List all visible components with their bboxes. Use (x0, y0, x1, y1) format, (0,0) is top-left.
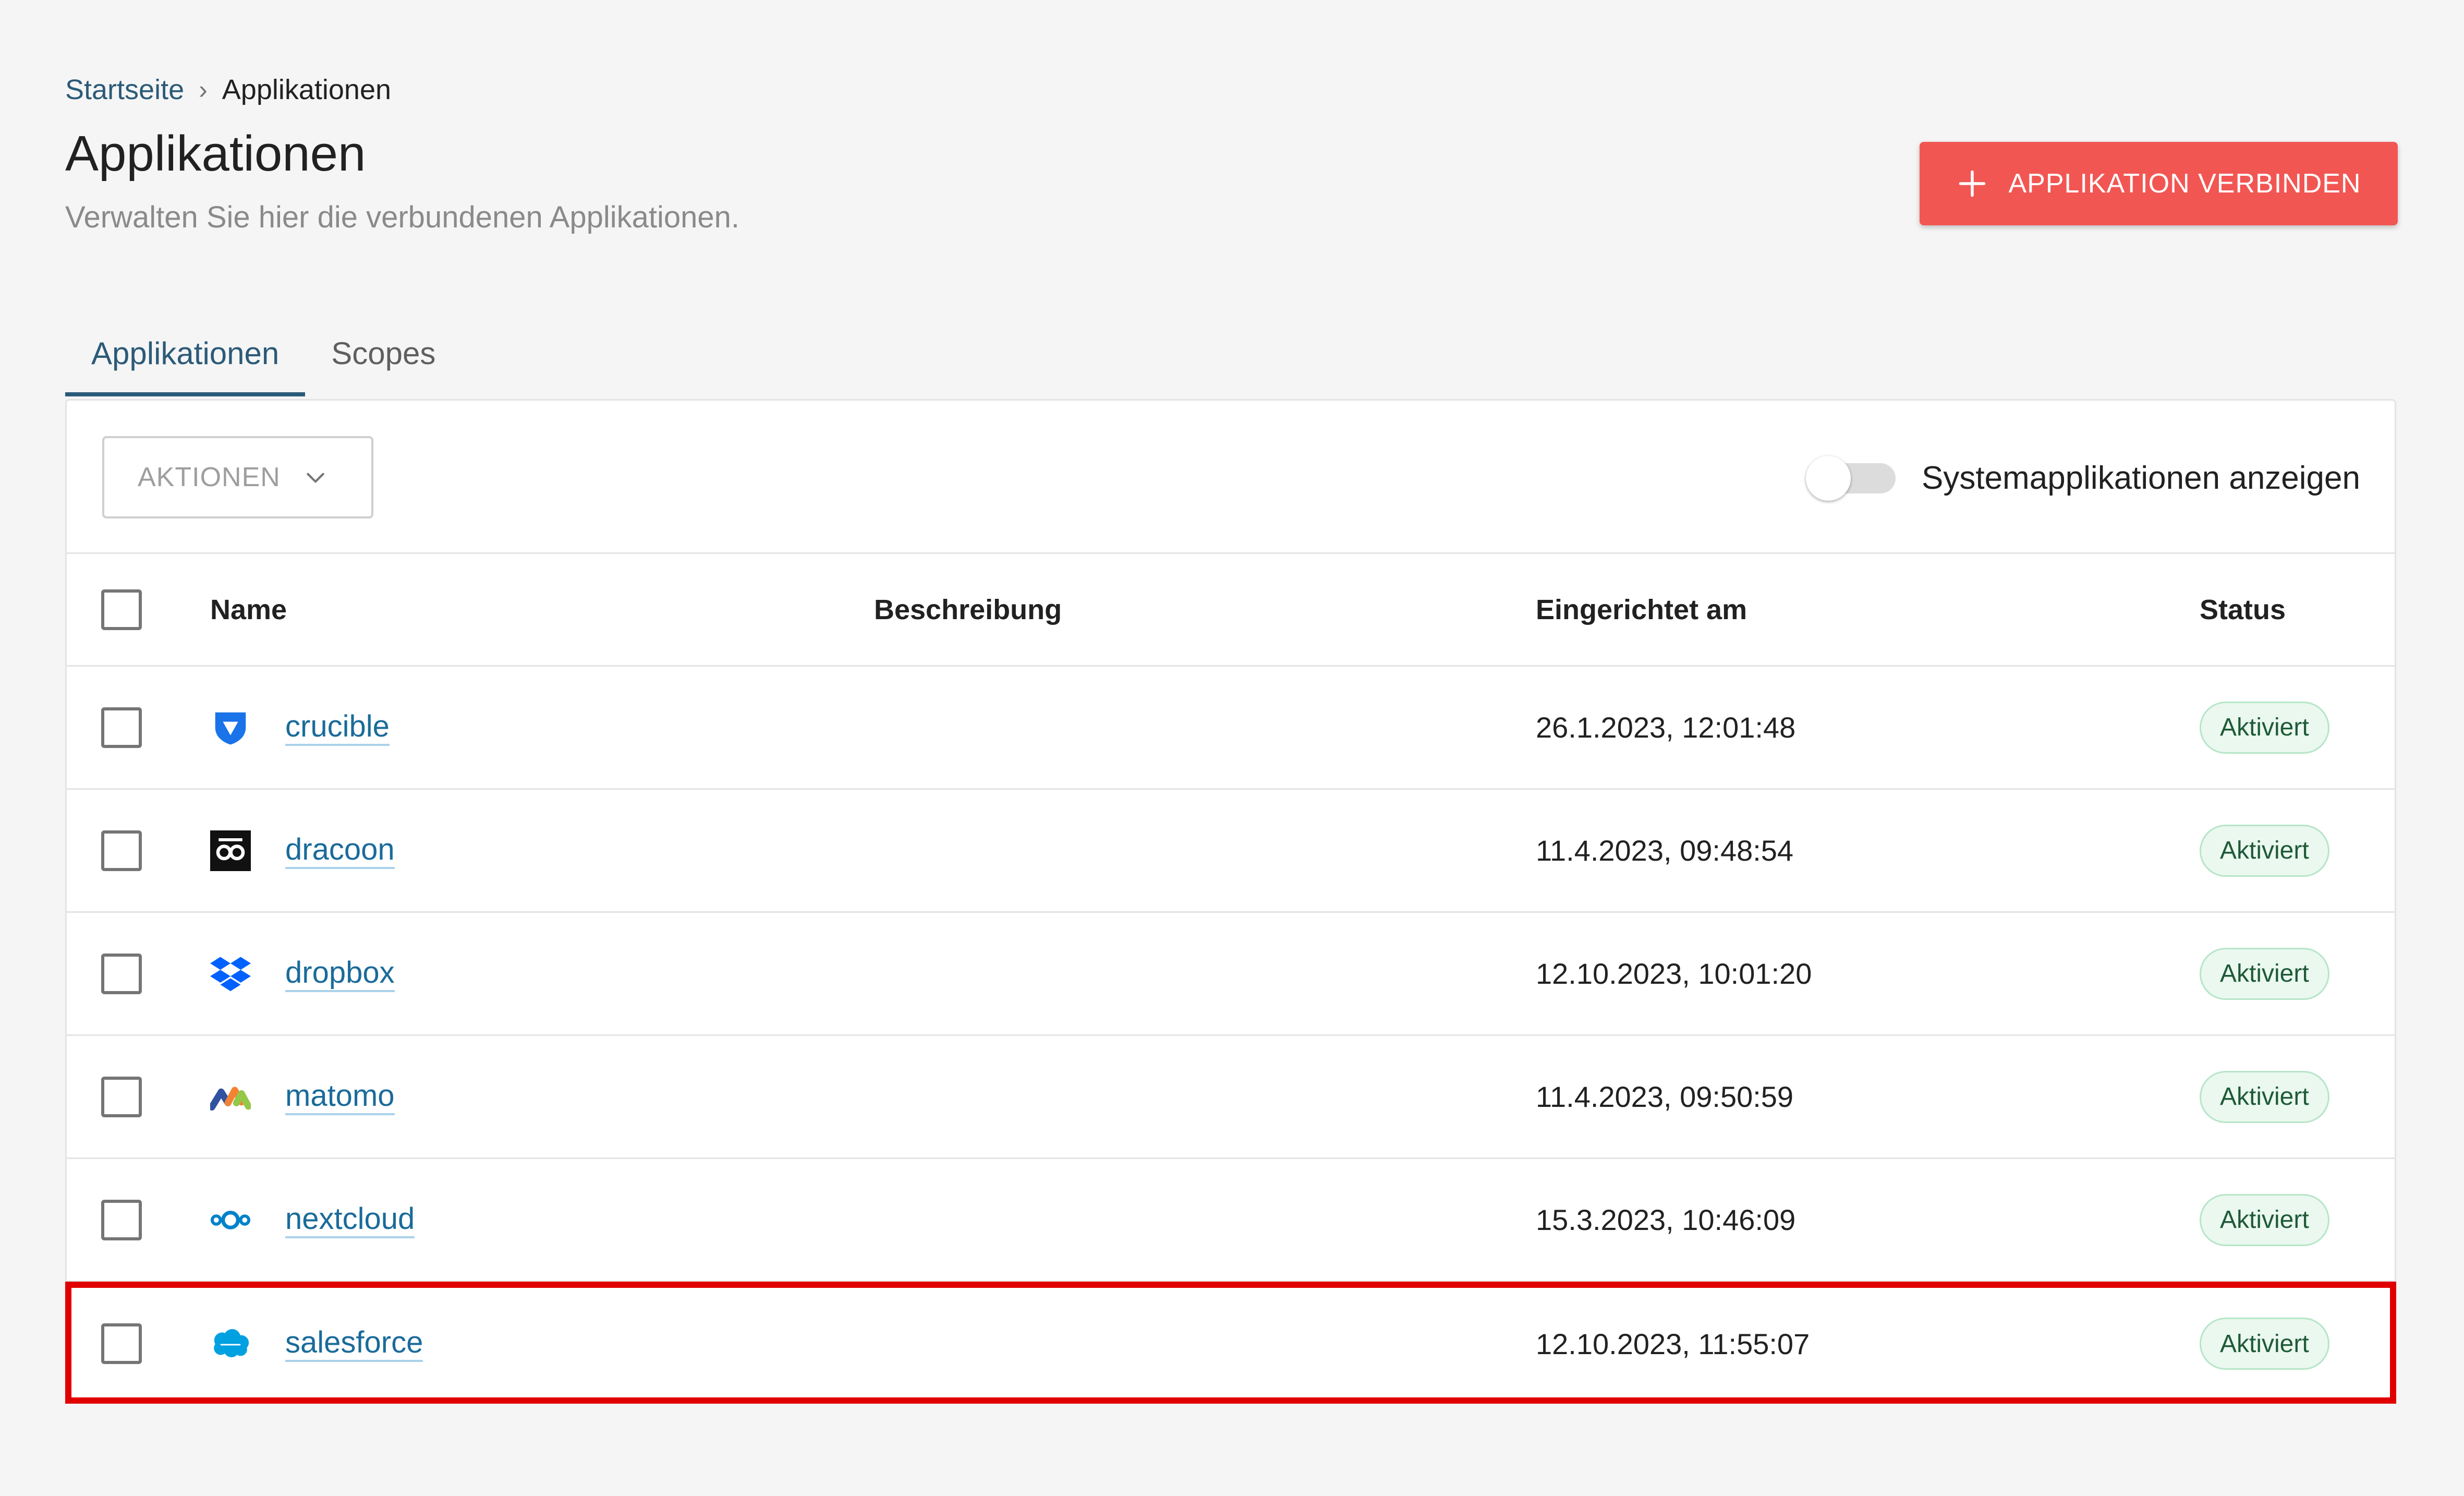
breadcrumb: Startseite › Applikationen (65, 74, 391, 105)
row-checkbox[interactable] (101, 1076, 142, 1117)
tab-scopes[interactable]: Scopes (305, 323, 462, 396)
chevron-down-icon (307, 473, 324, 483)
table-row: dracoon 11.4.2023, 09:48:54 Aktiviert (67, 790, 2395, 913)
row-checkbox[interactable] (101, 1199, 142, 1240)
table-toolbar: AKTIONEN Systemapplikationen anzeigen (67, 401, 2395, 554)
app-link-nextcloud[interactable]: nextcloud (285, 1202, 415, 1238)
breadcrumb-current: Applikationen (222, 74, 392, 105)
breadcrumb-home-link[interactable]: Startseite (65, 74, 184, 105)
tab-bar: Applikationen Scopes (65, 323, 462, 396)
page-title: Applikationen (65, 126, 366, 182)
status-badge: Aktiviert (2200, 947, 2329, 1000)
table-row: salesforce 12.10.2023, 11:55:07 Aktivier… (67, 1282, 2395, 1405)
row-created-date: 11.4.2023, 09:48:54 (1536, 834, 1794, 867)
table-header-row: Name Beschreibung Eingerichtet am Status (67, 554, 2395, 667)
app-link-dropbox[interactable]: dropbox (285, 956, 395, 992)
column-header-description[interactable]: Beschreibung (874, 594, 1062, 626)
app-link-dracoon[interactable]: dracoon (285, 833, 395, 869)
column-header-name[interactable]: Name (210, 594, 287, 626)
row-created-date: 12.10.2023, 11:55:07 (1536, 1327, 1810, 1360)
system-apps-toggle-group: Systemapplikationen anzeigen (1806, 453, 2360, 503)
actions-dropdown[interactable]: AKTIONEN (102, 436, 373, 518)
status-badge: Aktiviert (2200, 1318, 2329, 1370)
select-all-checkbox[interactable] (101, 589, 142, 630)
toggle-knob (1806, 456, 1851, 501)
row-created-date: 26.1.2023, 12:01:48 (1536, 711, 1796, 744)
actions-dropdown-label: AKTIONEN (138, 462, 281, 492)
app-link-crucible[interactable]: crucible (285, 709, 390, 746)
table-row: matomo 11.4.2023, 09:50:59 Aktiviert (67, 1036, 2395, 1159)
plus-icon (1959, 170, 1985, 197)
applications-card: AKTIONEN Systemapplikationen anzeigen Na… (65, 399, 2396, 1403)
table-row: nextcloud 15.3.2023, 10:46:09 Aktiviert (67, 1159, 2395, 1282)
dracoon-icon (210, 830, 251, 871)
table-row: crucible 26.1.2023, 12:01:48 Aktiviert (67, 667, 2395, 790)
app-link-salesforce[interactable]: salesforce (285, 1325, 423, 1362)
matomo-icon (210, 1087, 251, 1111)
status-badge: Aktiviert (2200, 824, 2329, 877)
status-badge: Aktiviert (2200, 701, 2329, 754)
row-checkbox[interactable] (101, 830, 142, 871)
app-link-matomo[interactable]: matomo (285, 1079, 395, 1115)
status-badge: Aktiviert (2200, 1070, 2329, 1123)
system-apps-toggle-label: Systemapplikationen anzeigen (1922, 460, 2360, 496)
status-badge: Aktiviert (2200, 1193, 2329, 1246)
system-apps-toggle[interactable] (1806, 453, 1896, 503)
table-row: dropbox 12.10.2023, 10:01:20 Aktiviert (67, 913, 2395, 1036)
breadcrumb-separator: › (199, 75, 208, 104)
row-checkbox[interactable] (101, 707, 142, 748)
row-checkbox[interactable] (101, 1323, 142, 1364)
crucible-icon (215, 712, 246, 744)
row-checkbox[interactable] (101, 953, 142, 994)
nextcloud-icon (210, 1210, 251, 1229)
row-created-date: 15.3.2023, 10:46:09 (1536, 1203, 1796, 1236)
row-created-date: 11.4.2023, 09:50:59 (1536, 1080, 1794, 1113)
connect-button-label: APPLIKATION VERBINDEN (2008, 168, 2361, 199)
dropbox-icon (210, 957, 251, 991)
tab-applikationen[interactable]: Applikationen (65, 323, 306, 396)
row-created-date: 12.10.2023, 10:01:20 (1536, 957, 1812, 990)
page-subtitle: Verwalten Sie hier die verbundenen Appli… (65, 200, 740, 234)
column-header-status[interactable]: Status (2200, 594, 2286, 626)
connect-application-button[interactable]: APPLIKATION VERBINDEN (1920, 142, 2398, 225)
salesforce-icon (214, 1329, 249, 1357)
column-header-created[interactable]: Eingerichtet am (1536, 594, 1747, 626)
applications-table: Name Beschreibung Eingerichtet am Status… (67, 554, 2395, 1405)
